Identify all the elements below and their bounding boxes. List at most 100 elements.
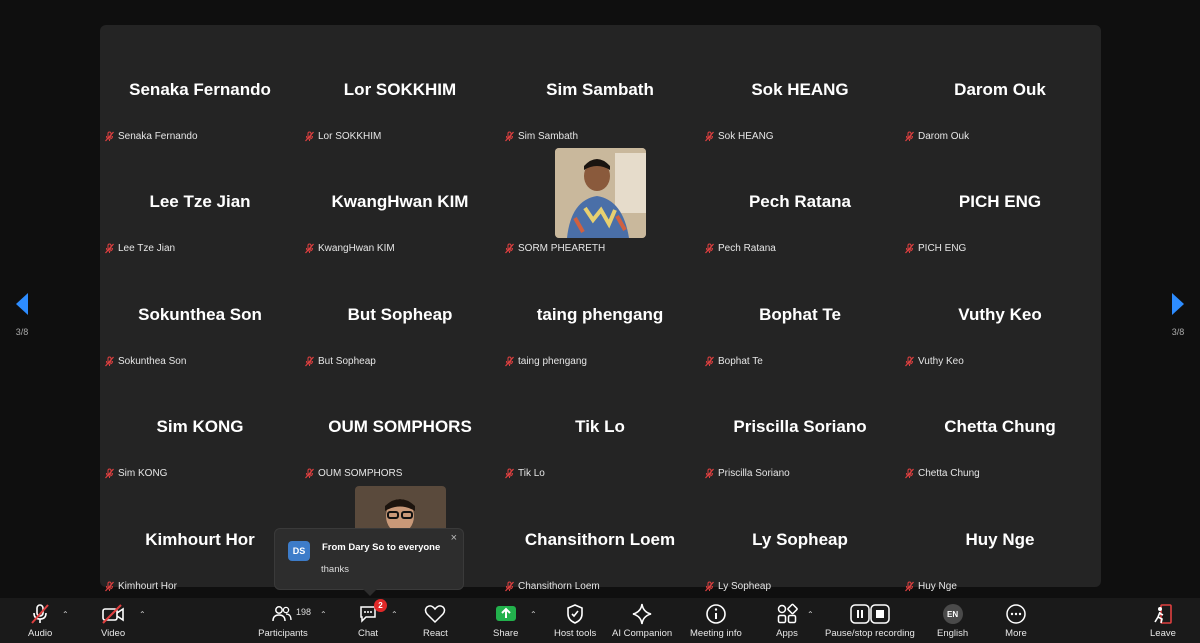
participant-display-name: taing phengang <box>536 305 664 324</box>
audio-options-caret[interactable]: ⌃ <box>62 610 69 619</box>
leave-button[interactable]: Leave <box>1150 603 1176 639</box>
ai-companion-label: AI Companion <box>612 628 673 639</box>
apps-options-caret[interactable]: ⌃ <box>807 610 814 619</box>
chevron-right-icon <box>1172 293 1184 315</box>
mic-muted-icon <box>105 243 114 254</box>
audio-button[interactable]: Audio <box>28 603 52 639</box>
participant-display-name: OUM SOMPHORS <box>328 417 472 436</box>
chat-sender: From Dary So to everyone <box>322 542 441 553</box>
participant-name-label: Pech Ratana <box>704 243 776 254</box>
react-label: React <box>423 628 448 639</box>
participants-options-caret[interactable]: ⌃ <box>320 610 327 619</box>
ai-companion-button[interactable]: AI Companion <box>612 603 672 639</box>
video-options-caret[interactable]: ⌃ <box>139 610 146 619</box>
mic-muted-icon <box>705 243 714 254</box>
participant-name-label: Vuthy Keo <box>904 356 964 367</box>
mic-muted-icon <box>705 581 714 592</box>
participant-display-name: Lor SOKKHIM <box>343 80 457 99</box>
recording-control-button[interactable]: Pause/stop recording <box>825 603 915 639</box>
apps-label: Apps <box>776 628 798 639</box>
host-tools-button[interactable]: Host tools <box>554 603 596 639</box>
popup-tail <box>363 589 377 596</box>
leave-label: Leave <box>1150 628 1176 639</box>
meeting-info-button[interactable]: Meeting info <box>690 603 742 639</box>
participant-tile[interactable]: Pech Ratana Pech Ratana <box>700 147 900 259</box>
pause-stop-icon <box>850 604 890 624</box>
participant-tile[interactable]: Vuthy Keo Vuthy Keo <box>900 260 1100 372</box>
participant-name-label: Sokunthea Son <box>104 356 186 367</box>
mic-muted-icon <box>105 131 114 142</box>
participant-tile[interactable]: PICH ENG PICH ENG <box>900 147 1100 259</box>
participants-label: Participants <box>258 628 308 639</box>
sparkle-icon <box>632 603 652 625</box>
participant-tile[interactable]: Sokunthea Son Sokunthea Son <box>100 260 300 372</box>
share-options-caret[interactable]: ⌃ <box>530 610 537 619</box>
mic-muted-icon <box>505 131 514 142</box>
participant-tile[interactable]: Sim Sambath Sim Sambath <box>500 35 700 147</box>
participant-name-label: Lee Tze Jian <box>104 243 175 254</box>
video-button[interactable]: Video <box>101 603 125 639</box>
participant-name-label: Sok HEANG <box>704 131 774 142</box>
language-globe-icon: EN <box>942 604 963 624</box>
participant-count: 198 <box>296 607 312 617</box>
participant-tile[interactable]: Huy Nge Huy Nge <box>900 485 1100 597</box>
participant-tile[interactable]: Bophat Te Bophat Te <box>700 260 900 372</box>
participant-name-label: Huy Nge <box>904 581 957 592</box>
mic-muted-icon <box>305 243 314 254</box>
participant-name-label: Sim Sambath <box>504 131 578 142</box>
mic-muted-icon <box>705 356 714 367</box>
participant-tile[interactable]: Sim KONG Sim KONG <box>100 372 300 484</box>
apps-icon <box>777 603 798 624</box>
apps-button[interactable]: Apps <box>776 603 798 639</box>
recording-label: Pause/stop recording <box>825 628 915 639</box>
participant-tile[interactable]: Ly Sopheap Ly Sopheap <box>700 485 900 597</box>
chat-button[interactable]: 2 Chat <box>358 599 388 639</box>
participant-tile[interactable]: KwangHwan KIM KwangHwan KIM <box>300 147 500 259</box>
participant-tile[interactable]: Kimhourt Hor Kimhourt Hor <box>100 485 300 597</box>
mic-muted-icon <box>705 468 714 479</box>
participant-tile[interactable]: Chetta Chung Chetta Chung <box>900 372 1100 484</box>
mic-muted-icon <box>105 356 114 367</box>
participant-tile[interactable]: Sok HEANG Sok HEANG <box>700 35 900 147</box>
more-label: More <box>1005 628 1027 639</box>
mic-muted-icon <box>505 581 514 592</box>
participant-tile[interactable]: Tik Lo Tik Lo <box>500 372 700 484</box>
participant-tile[interactable]: But Sopheap But Sopheap <box>300 260 500 372</box>
participant-tile[interactable]: OUM SOMPHORS OUM SOMPHORS <box>300 372 500 484</box>
mic-muted-icon <box>305 131 314 142</box>
info-icon <box>706 604 726 624</box>
participant-display-name: Priscilla Soriano <box>733 417 867 436</box>
participant-name-label: OUM SOMPHORS <box>304 468 402 479</box>
next-page-button[interactable]: 3/8 <box>1166 292 1190 337</box>
chat-unread-badge: 2 <box>374 599 388 612</box>
language-label: English <box>937 628 969 639</box>
participant-label-text: Vuthy Keo <box>918 356 964 367</box>
mic-muted-icon <box>905 581 914 592</box>
participant-tile[interactable]: taing phengang taing phengang <box>500 260 700 372</box>
participant-display-name: Darom Ouk <box>954 80 1046 99</box>
participant-tile[interactable]: Lee Tze Jian Lee Tze Jian <box>100 147 300 259</box>
participant-tile[interactable]: Lor SOKKHIM Lor SOKKHIM <box>300 35 500 147</box>
close-icon[interactable]: × <box>451 532 457 544</box>
participant-tile[interactable]: Darom Ouk Darom Ouk <box>900 35 1100 147</box>
participant-tile[interactable]: Chansithorn Loem Chansithorn Loem <box>500 485 700 597</box>
participant-label-text: Lor SOKKHIM <box>318 131 382 142</box>
mic-muted-icon <box>105 581 114 592</box>
chat-notification[interactable]: DS From Dary So to everyone thanks × <box>274 528 464 596</box>
participants-button[interactable]: 198 Participants <box>258 603 312 639</box>
react-button[interactable]: React <box>423 603 448 639</box>
more-dots-icon <box>1006 604 1026 624</box>
participant-display-name: Chansithorn Loem <box>524 530 676 549</box>
participant-tile[interactable]: Priscilla Soriano Priscilla Soriano <box>700 372 900 484</box>
mic-muted-icon <box>905 356 914 367</box>
language-button[interactable]: EN English <box>937 603 968 639</box>
prev-page-button[interactable]: 3/8 <box>10 292 34 337</box>
participant-display-name: Lee Tze Jian <box>149 192 251 211</box>
participant-display-name: Huy Nge <box>965 530 1035 549</box>
more-button[interactable]: More <box>1005 603 1027 639</box>
share-button[interactable]: Share <box>493 603 518 639</box>
chat-options-caret[interactable]: ⌃ <box>391 610 398 619</box>
participant-tile[interactable]: Senaka Fernando Senaka Fernando <box>100 35 300 147</box>
participant-label-text: Huy Nge <box>918 581 957 592</box>
participant-display-name: Bophat Te <box>759 305 841 324</box>
